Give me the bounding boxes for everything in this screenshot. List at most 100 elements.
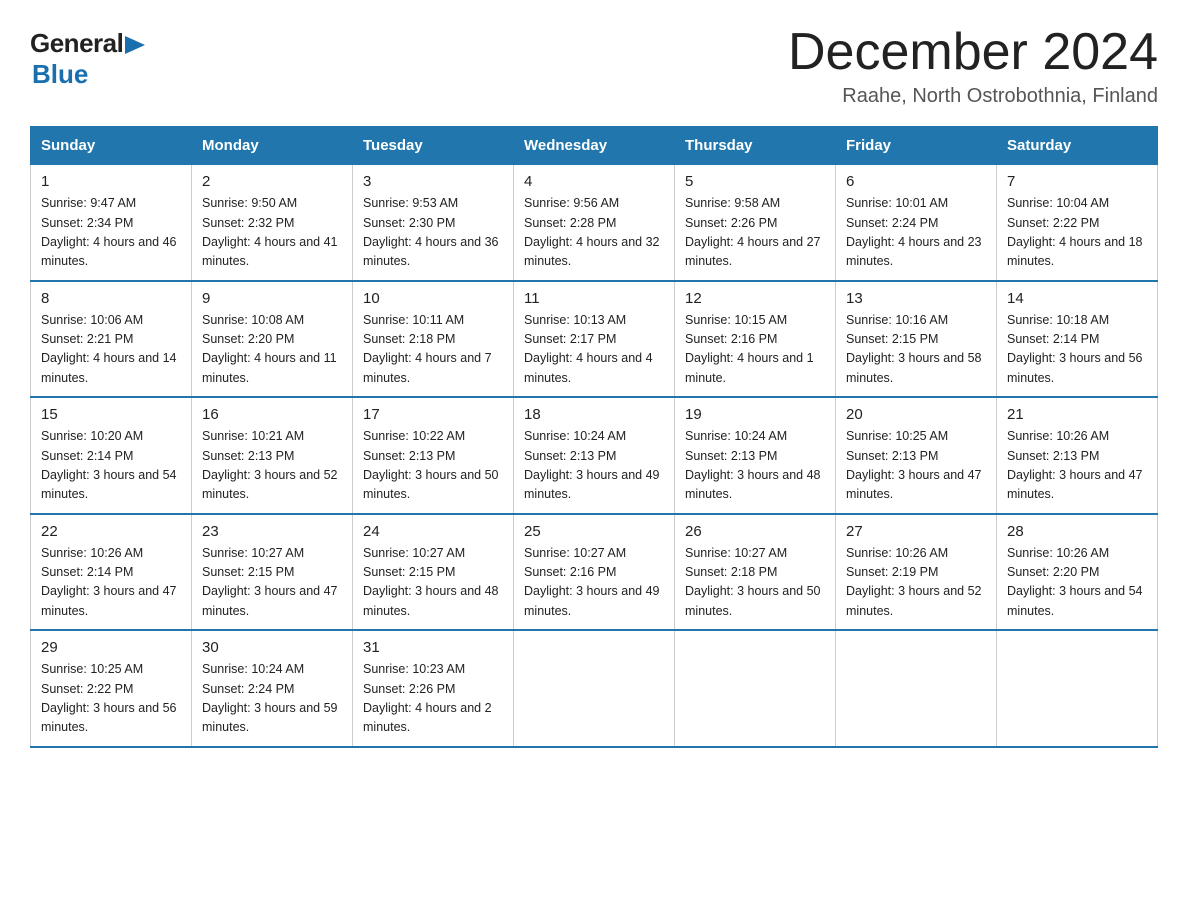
day-number: 4 — [524, 173, 664, 190]
calendar-cell: 13 Sunrise: 10:16 AMSunset: 2:15 PMDaylig… — [836, 281, 997, 398]
calendar-cell: 23Sunrise: 10:27 AMSunset: 2:15 PMDaylig… — [192, 514, 353, 631]
calendar-cell: 5 Sunrise: 9:58 AMSunset: 2:26 PMDaylight… — [675, 165, 836, 281]
sun-info: Sunrise: 10:26 AMSunset: 2:14 PMDaylight… — [41, 546, 177, 618]
calendar-header: SundayMondayTuesdayWednesdayThursdayFrid… — [31, 127, 1158, 165]
weekday-header-saturday: Saturday — [997, 127, 1158, 165]
weekday-header-monday: Monday — [192, 127, 353, 165]
weekday-header-tuesday: Tuesday — [353, 127, 514, 165]
sun-info: Sunrise: 10:22 AMSunset: 2:13 PMDaylight… — [363, 429, 499, 501]
sun-info: Sunrise: 10:24 AMSunset: 2:13 PMDaylight… — [685, 429, 821, 501]
sun-info: Sunrise: 10:24 AMSunset: 2:13 PMDaylight… — [524, 429, 660, 501]
sun-info: Sunrise: 10:16 AMSunset: 2:15 PMDaylight… — [846, 313, 982, 385]
calendar-cell: 28Sunrise: 10:26 AMSunset: 2:20 PMDaylig… — [997, 514, 1158, 631]
logo: General Blue — [30, 24, 145, 90]
day-number: 1 — [41, 173, 181, 190]
day-number: 16 — [202, 406, 342, 423]
calendar-cell: 30 Sunrise: 10:24 AMSunset: 2:24 PMDaylig… — [192, 630, 353, 747]
logo-arrow-icon — [125, 34, 145, 56]
sun-info: Sunrise: 10:04 AMSunset: 2:22 PMDaylight… — [1007, 196, 1143, 268]
sun-info: Sunrise: 10:13 AMSunset: 2:17 PMDaylight… — [524, 313, 653, 385]
title-block: December 2024 Raahe, North Ostrobothnia,… — [788, 24, 1158, 108]
day-number: 3 — [363, 173, 503, 190]
calendar-table: SundayMondayTuesdayWednesdayThursdayFrid… — [30, 126, 1158, 748]
calendar-cell: 24 Sunrise: 10:27 AMSunset: 2:15 PMDaylig… — [353, 514, 514, 631]
calendar-cell: 20 Sunrise: 10:25 AMSunset: 2:13 PMDaylig… — [836, 397, 997, 514]
calendar-cell: 25Sunrise: 10:27 AMSunset: 2:16 PMDaylig… — [514, 514, 675, 631]
weekday-header-row: SundayMondayTuesdayWednesdayThursdayFrid… — [31, 127, 1158, 165]
sun-info: Sunrise: 10:24 AMSunset: 2:24 PMDaylight… — [202, 662, 338, 734]
day-number: 11 — [524, 290, 664, 307]
calendar-cell: 29 Sunrise: 10:25 AMSunset: 2:22 PMDaylig… — [31, 630, 192, 747]
calendar-cell: 2 Sunrise: 9:50 AMSunset: 2:32 PMDaylight… — [192, 165, 353, 281]
day-number: 30 — [202, 639, 342, 656]
day-number: 20 — [846, 406, 986, 423]
day-number: 5 — [685, 173, 825, 190]
calendar-cell: 18 Sunrise: 10:24 AMSunset: 2:13 PMDaylig… — [514, 397, 675, 514]
page-header: General Blue December 2024 Raahe, North … — [30, 24, 1158, 108]
calendar-cell: 19Sunrise: 10:24 AMSunset: 2:13 PMDaylig… — [675, 397, 836, 514]
calendar-cell: 4Sunrise: 9:56 AMSunset: 2:28 PMDaylight… — [514, 165, 675, 281]
calendar-cell: 15 Sunrise: 10:20 AMSunset: 2:14 PMDaylig… — [31, 397, 192, 514]
day-number: 24 — [363, 523, 503, 540]
calendar-cell — [836, 630, 997, 747]
calendar-cell — [514, 630, 675, 747]
calendar-cell: 17 Sunrise: 10:22 AMSunset: 2:13 PMDaylig… — [353, 397, 514, 514]
calendar-cell — [997, 630, 1158, 747]
calendar-week-row: 15 Sunrise: 10:20 AMSunset: 2:14 PMDaylig… — [31, 397, 1158, 514]
calendar-cell: 27 Sunrise: 10:26 AMSunset: 2:19 PMDaylig… — [836, 514, 997, 631]
sun-info: Sunrise: 10:20 AMSunset: 2:14 PMDaylight… — [41, 429, 177, 501]
calendar-week-row: 22Sunrise: 10:26 AMSunset: 2:14 PMDaylig… — [31, 514, 1158, 631]
sun-info: Sunrise: 9:58 AMSunset: 2:26 PMDaylight:… — [685, 196, 821, 268]
day-number: 27 — [846, 523, 986, 540]
day-number: 18 — [524, 406, 664, 423]
calendar-cell: 8Sunrise: 10:06 AMSunset: 2:21 PMDayligh… — [31, 281, 192, 398]
sun-info: Sunrise: 10:27 AMSunset: 2:18 PMDaylight… — [685, 546, 821, 618]
weekday-header-thursday: Thursday — [675, 127, 836, 165]
calendar-cell: 31 Sunrise: 10:23 AMSunset: 2:26 PMDaylig… — [353, 630, 514, 747]
sun-info: Sunrise: 10:26 AMSunset: 2:19 PMDaylight… — [846, 546, 982, 618]
sun-info: Sunrise: 10:18 AMSunset: 2:14 PMDaylight… — [1007, 313, 1143, 385]
day-number: 10 — [363, 290, 503, 307]
day-number: 21 — [1007, 406, 1147, 423]
sun-info: Sunrise: 10:23 AMSunset: 2:26 PMDaylight… — [363, 662, 492, 734]
day-number: 12 — [685, 290, 825, 307]
day-number: 2 — [202, 173, 342, 190]
calendar-cell: 14 Sunrise: 10:18 AMSunset: 2:14 PMDaylig… — [997, 281, 1158, 398]
sun-info: Sunrise: 10:06 AMSunset: 2:21 PMDaylight… — [41, 313, 177, 385]
sun-info: Sunrise: 10:25 AMSunset: 2:13 PMDaylight… — [846, 429, 982, 501]
calendar-cell: 21Sunrise: 10:26 AMSunset: 2:13 PMDaylig… — [997, 397, 1158, 514]
day-number: 13 — [846, 290, 986, 307]
day-number: 23 — [202, 523, 342, 540]
calendar-cell: 26 Sunrise: 10:27 AMSunset: 2:18 PMDaylig… — [675, 514, 836, 631]
day-number: 26 — [685, 523, 825, 540]
calendar-week-row: 1 Sunrise: 9:47 AMSunset: 2:34 PMDaylight… — [31, 165, 1158, 281]
calendar-cell: 3 Sunrise: 9:53 AMSunset: 2:30 PMDaylight… — [353, 165, 514, 281]
day-number: 31 — [363, 639, 503, 656]
sun-info: Sunrise: 10:11 AMSunset: 2:18 PMDaylight… — [363, 313, 492, 385]
calendar-cell — [675, 630, 836, 747]
sun-info: Sunrise: 9:53 AMSunset: 2:30 PMDaylight:… — [363, 196, 499, 268]
calendar-cell: 12 Sunrise: 10:15 AMSunset: 2:16 PMDaylig… — [675, 281, 836, 398]
calendar-cell: 22Sunrise: 10:26 AMSunset: 2:14 PMDaylig… — [31, 514, 192, 631]
sun-info: Sunrise: 10:25 AMSunset: 2:22 PMDaylight… — [41, 662, 177, 734]
day-number: 25 — [524, 523, 664, 540]
calendar-week-row: 29 Sunrise: 10:25 AMSunset: 2:22 PMDaylig… — [31, 630, 1158, 747]
calendar-body: 1 Sunrise: 9:47 AMSunset: 2:34 PMDaylight… — [31, 165, 1158, 747]
day-number: 17 — [363, 406, 503, 423]
sun-info: Sunrise: 10:15 AMSunset: 2:16 PMDaylight… — [685, 313, 814, 385]
day-number: 14 — [1007, 290, 1147, 307]
sun-info: Sunrise: 9:47 AMSunset: 2:34 PMDaylight:… — [41, 196, 177, 268]
day-number: 29 — [41, 639, 181, 656]
month-year-title: December 2024 — [788, 24, 1158, 81]
sun-info: Sunrise: 10:27 AMSunset: 2:15 PMDaylight… — [363, 546, 499, 618]
sun-info: Sunrise: 10:21 AMSunset: 2:13 PMDaylight… — [202, 429, 338, 501]
logo-blue-text: Blue — [32, 59, 88, 89]
calendar-cell: 6 Sunrise: 10:01 AMSunset: 2:24 PMDayligh… — [836, 165, 997, 281]
day-number: 6 — [846, 173, 986, 190]
sun-info: Sunrise: 9:50 AMSunset: 2:32 PMDaylight:… — [202, 196, 338, 268]
day-number: 28 — [1007, 523, 1147, 540]
sun-info: Sunrise: 10:01 AMSunset: 2:24 PMDaylight… — [846, 196, 982, 268]
day-number: 15 — [41, 406, 181, 423]
calendar-cell: 11 Sunrise: 10:13 AMSunset: 2:17 PMDaylig… — [514, 281, 675, 398]
calendar-week-row: 8Sunrise: 10:06 AMSunset: 2:21 PMDayligh… — [31, 281, 1158, 398]
